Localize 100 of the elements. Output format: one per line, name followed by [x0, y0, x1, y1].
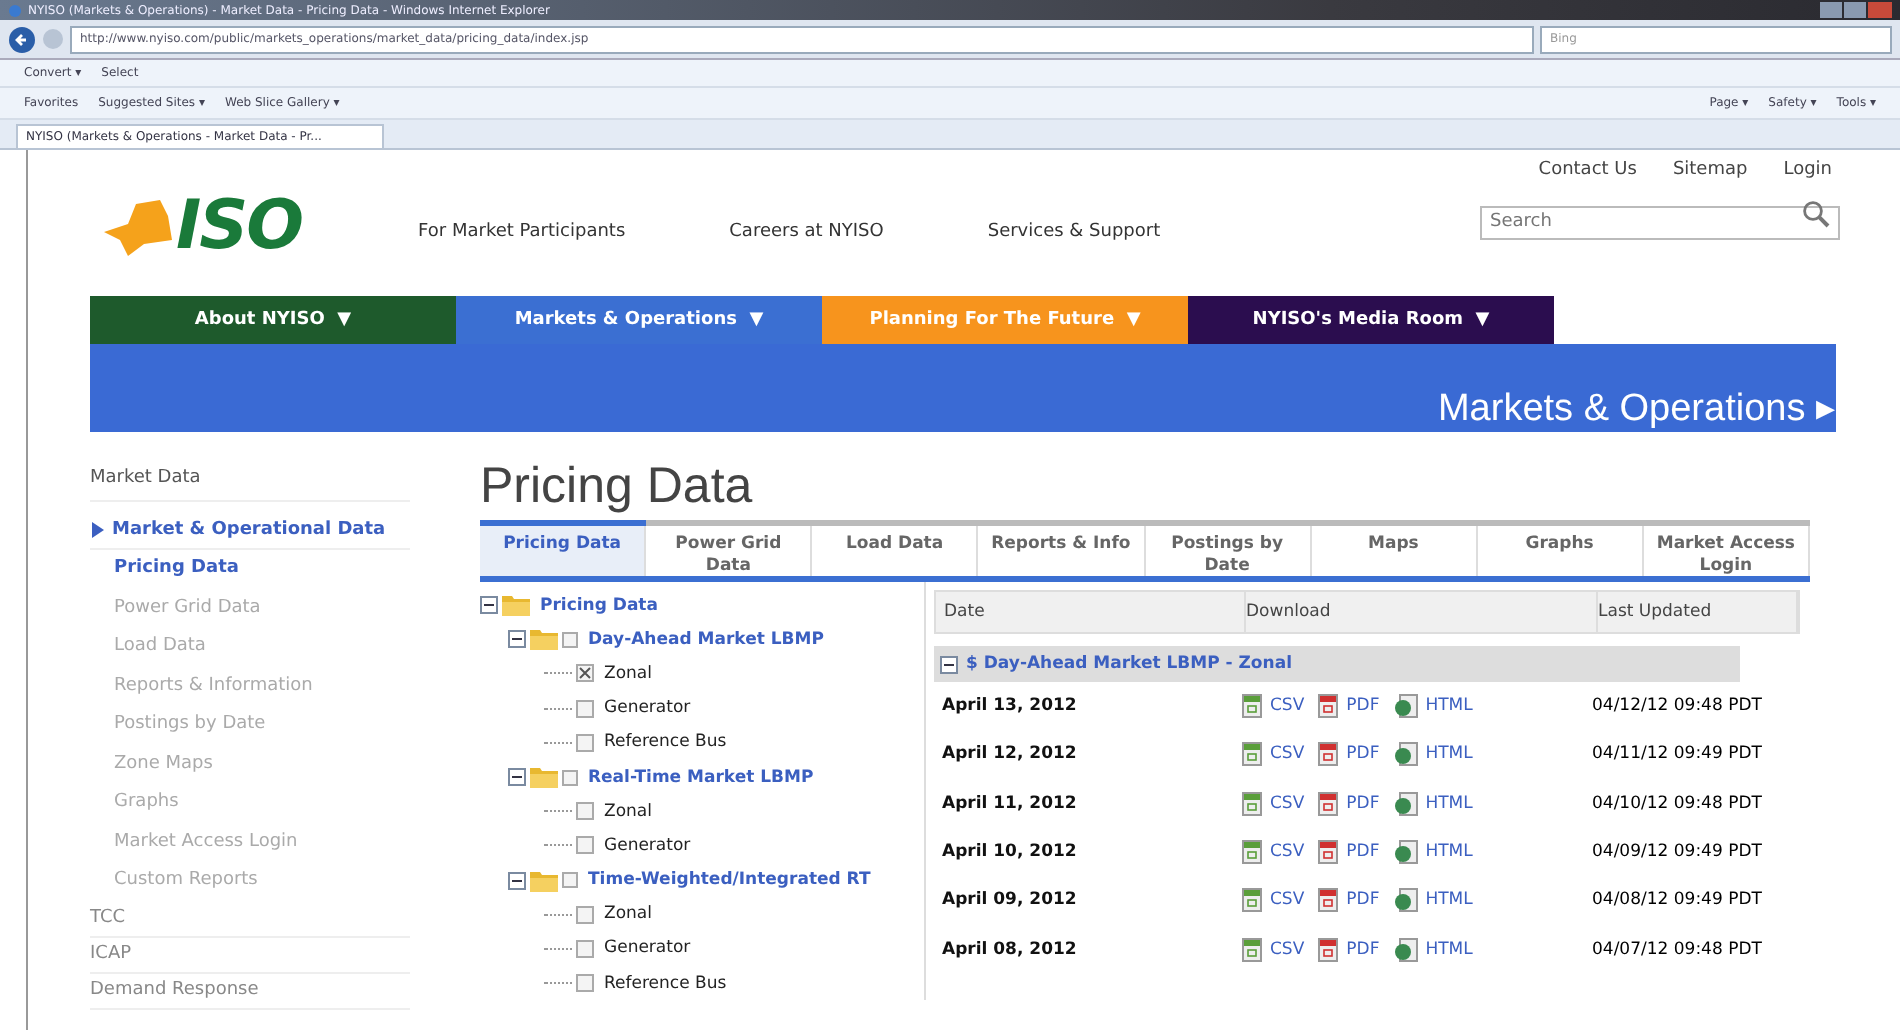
collapse-icon[interactable] — [480, 596, 498, 615]
tab[interactable]: Power Grid Data — [646, 526, 813, 576]
download-link[interactable]: HTML — [1393, 791, 1473, 816]
sidebar-item[interactable]: Demand Response — [90, 973, 410, 1009]
tree-node[interactable]: Real-Time Market LBMP — [588, 767, 814, 788]
checkbox[interactable] — [562, 769, 578, 786]
column-header: Download — [1246, 592, 1598, 632]
document-file-icon — [1318, 742, 1339, 767]
download-link[interactable]: PDF — [1318, 742, 1380, 767]
column-header: Date — [936, 592, 1246, 632]
nav-menu-item[interactable]: NYISO's Media Room ▼ — [1188, 296, 1554, 344]
date-cell-text: April 11, 2012 — [940, 793, 1079, 814]
download-link[interactable]: CSV — [1242, 791, 1305, 816]
checkbox[interactable] — [576, 974, 594, 993]
search-field[interactable]: Search — [1480, 205, 1840, 239]
checkbox[interactable] — [576, 664, 594, 683]
collapse-icon[interactable] — [940, 655, 958, 673]
checkbox[interactable] — [562, 631, 578, 648]
page-title: Pricing Data — [480, 456, 755, 518]
logo-text: ISO — [176, 190, 303, 262]
tree-leaf[interactable]: Zonal — [604, 663, 652, 684]
checkbox[interactable] — [576, 733, 594, 752]
download-link[interactable]: CSV — [1242, 840, 1305, 865]
download-link[interactable]: CSV — [1242, 937, 1305, 962]
tree-node[interactable]: Day-Ahead Market LBMP — [588, 629, 824, 650]
document-file-icon — [1318, 840, 1339, 865]
tree-leaf[interactable]: Generator — [604, 835, 691, 856]
header-link[interactable]: Careers at NYISO — [729, 222, 884, 296]
download-link[interactable]: PDF — [1318, 888, 1380, 913]
tab[interactable]: Postings by Date — [1145, 526, 1312, 576]
window-controls-icon[interactable] — [1820, 2, 1892, 18]
download-link[interactable]: HTML — [1393, 742, 1473, 767]
download-link[interactable]: HTML — [1393, 937, 1473, 962]
updated-cell-text: 04/10/12 09:48 PDT — [1592, 793, 1764, 814]
sidebar-subitem[interactable]: Pricing Data — [90, 550, 410, 589]
sidebar-item[interactable]: TCC — [90, 901, 410, 937]
tree-leaf[interactable]: Reference Bus — [604, 732, 727, 753]
checkbox[interactable] — [576, 836, 594, 855]
checkbox[interactable] — [576, 699, 594, 718]
search-icon[interactable] — [1802, 199, 1830, 227]
download-link[interactable]: PDF — [1318, 791, 1380, 816]
date-cell-text: April 12, 2012 — [940, 744, 1079, 765]
nav-menu-item[interactable]: Markets & Operations ▼ — [456, 296, 822, 344]
tree-leaf[interactable]: Generator — [604, 938, 691, 959]
download-link[interactable]: HTML — [1393, 840, 1473, 865]
document-file-icon — [1318, 937, 1339, 962]
checkbox[interactable] — [576, 939, 594, 958]
folder-icon — [530, 766, 558, 789]
sidebar-item[interactable]: ICAP — [90, 937, 410, 973]
expand-arrow-icon — [92, 522, 104, 538]
download-link[interactable]: HTML — [1393, 888, 1473, 913]
checkbox[interactable] — [562, 872, 578, 889]
tab[interactable]: Graphs — [1477, 526, 1644, 576]
checkbox[interactable] — [576, 802, 594, 821]
top-link[interactable]: Contact Us — [1538, 160, 1637, 180]
header-link[interactable]: For Market Participants — [418, 222, 626, 296]
web-file-icon — [1393, 937, 1418, 962]
spreadsheet-file-icon — [1242, 888, 1262, 913]
spreadsheet-file-icon — [1242, 840, 1262, 865]
collapse-icon[interactable] — [508, 768, 526, 787]
tree-node[interactable]: Time-Weighted/Integrated RT — [588, 870, 871, 891]
tree-leaf[interactable]: Zonal — [604, 801, 652, 822]
nav-menu-item[interactable]: About NYISO ▼ — [90, 296, 456, 344]
date-cell-text: April 09, 2012 — [940, 890, 1079, 911]
download-link[interactable]: PDF — [1318, 694, 1380, 719]
spreadsheet-file-icon — [1242, 937, 1262, 962]
group-row[interactable]: $ Day-Ahead Market LBMP - Zonal — [934, 646, 1740, 682]
download-link[interactable]: CSV — [1242, 742, 1305, 767]
tab[interactable]: Maps — [1311, 526, 1478, 576]
collapse-icon[interactable] — [508, 630, 526, 649]
folder-icon — [502, 594, 530, 617]
download-link[interactable]: CSV — [1242, 694, 1305, 719]
folder-icon — [530, 628, 558, 651]
document-file-icon — [1318, 791, 1339, 816]
tree-leaf[interactable]: Generator — [604, 698, 691, 719]
tree-leaf[interactable]: Reference Bus — [604, 973, 727, 994]
collapse-icon[interactable] — [508, 871, 526, 890]
top-link[interactable]: Login — [1783, 160, 1832, 180]
tab[interactable]: Load Data — [812, 526, 979, 576]
logo[interactable]: ISO — [100, 190, 303, 262]
back-icon[interactable] — [8, 25, 36, 53]
sidebar-item[interactable]: Market & Operational Data — [90, 514, 410, 550]
download-link[interactable]: CSV — [1242, 888, 1305, 913]
sidebar-heading: Market Data — [90, 468, 410, 502]
updated-cell-text: 04/11/12 09:49 PDT — [1592, 744, 1764, 765]
tab[interactable]: Reports & Info — [978, 526, 1145, 576]
top-link[interactable]: Sitemap — [1672, 160, 1748, 180]
tab[interactable]: Market Access Login — [1643, 526, 1810, 576]
updated-cell-text: 04/12/12 09:48 PDT — [1592, 696, 1764, 717]
spreadsheet-file-icon — [1242, 791, 1262, 816]
updated-cell-text: 04/07/12 09:48 PDT — [1592, 939, 1764, 960]
tree-leaf[interactable]: Zonal — [604, 904, 652, 925]
tab[interactable]: Pricing Data — [480, 526, 647, 576]
header-link[interactable]: Services & Support — [987, 222, 1161, 296]
tree-node[interactable]: Pricing Data — [540, 595, 658, 616]
download-link[interactable]: HTML — [1393, 694, 1473, 719]
download-link[interactable]: PDF — [1318, 937, 1380, 962]
spreadsheet-file-icon — [1242, 694, 1262, 719]
download-link[interactable]: PDF — [1318, 840, 1380, 865]
checkbox[interactable] — [576, 905, 594, 924]
